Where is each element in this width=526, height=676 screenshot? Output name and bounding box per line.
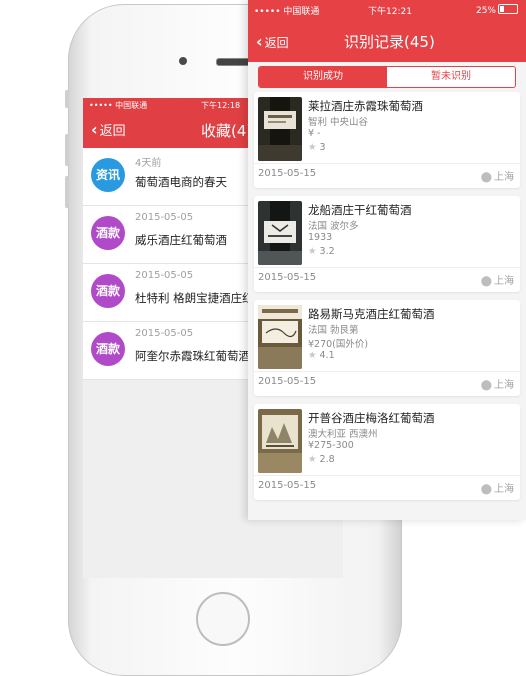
carrier-label: ••••• 中国联通 bbox=[89, 101, 148, 110]
item-title: 阿奎尔赤霞珠红葡萄酒 bbox=[135, 349, 250, 363]
item-date: 2015-05-05 bbox=[135, 270, 194, 281]
item-date: 2015-05-05 bbox=[135, 212, 194, 223]
item-date: 4天前 bbox=[135, 158, 162, 169]
wine-vintage: 1933 bbox=[308, 232, 333, 243]
news-badge-icon: 资讯 bbox=[91, 158, 125, 192]
star-icon: ★ bbox=[308, 246, 317, 257]
star-icon: ★ bbox=[308, 142, 317, 153]
wine-bottle-thumbnail bbox=[258, 201, 302, 265]
tab-recognized[interactable]: 识别成功 bbox=[259, 67, 387, 87]
rating-value: 3 bbox=[319, 142, 326, 153]
record-location: ⬤ 上海 bbox=[481, 376, 514, 391]
record-date: 2015-05-15 bbox=[258, 168, 317, 179]
wine-price: ¥ - bbox=[308, 128, 321, 139]
location-pin-icon: ⬤ bbox=[480, 276, 492, 287]
record-card[interactable]: 莱拉酒庄赤霞珠葡萄酒 智利 中央山谷 ¥ - ★ 3 2015-05-15 ⬤ 上海 bbox=[254, 92, 520, 188]
wine-badge-icon: 酒款 bbox=[91, 216, 125, 250]
location-label: 上海 bbox=[494, 484, 514, 495]
record-date: 2015-05-15 bbox=[258, 272, 317, 283]
carrier-label: ••••• 中国联通 bbox=[254, 7, 320, 17]
record-location: ⬤ 上海 bbox=[481, 480, 514, 495]
record-card[interactable]: 开普谷酒庄梅洛红葡萄酒 澳大利亚 西澳州 ¥275-300 ★ 2.8 2015-… bbox=[254, 404, 520, 500]
wine-origin: 智利 中央山谷 bbox=[308, 117, 369, 128]
rating-value: 2.8 bbox=[319, 454, 335, 465]
nav-bar: ‹ 返回 识别记录(45) bbox=[248, 18, 526, 62]
mute-switch bbox=[65, 90, 69, 108]
rating-value: 4.1 bbox=[319, 350, 335, 361]
wine-badge-icon: 酒款 bbox=[91, 274, 125, 308]
record-date: 2015-05-15 bbox=[258, 480, 317, 491]
record-location: ⬤ 上海 bbox=[481, 168, 514, 183]
wine-price: ¥275-300 bbox=[308, 440, 354, 451]
divider bbox=[254, 163, 520, 164]
item-date: 2015-05-05 bbox=[135, 328, 194, 339]
location-pin-icon: ⬤ bbox=[480, 172, 492, 183]
home-button[interactable] bbox=[196, 592, 250, 646]
status-bar: ••••• 中国联通 下午12:21 25% bbox=[248, 0, 526, 18]
status-time: 下午12:18 bbox=[201, 101, 241, 110]
item-title: 杜特利 格朗宝捷酒庄红 bbox=[135, 291, 254, 305]
wine-price: ¥270(国外价) bbox=[308, 339, 369, 350]
battery-icon bbox=[498, 4, 518, 14]
back-button[interactable]: ‹ 返回 bbox=[91, 120, 126, 139]
wine-name: 莱拉酒庄赤霞珠葡萄酒 bbox=[308, 99, 423, 113]
record-location: ⬤ 上海 bbox=[481, 272, 514, 287]
rating-value: 3.2 bbox=[319, 246, 335, 257]
divider bbox=[254, 475, 520, 476]
battery-percent: 25% bbox=[475, 6, 496, 16]
chevron-left-icon: ‹ bbox=[91, 120, 98, 139]
location-label: 上海 bbox=[494, 172, 514, 183]
star-icon: ★ bbox=[308, 350, 317, 361]
location-pin-icon: ⬤ bbox=[480, 484, 492, 495]
page-title: 识别记录(45) bbox=[344, 33, 435, 51]
location-label: 上海 bbox=[494, 276, 514, 287]
battery-indicator: 25% bbox=[476, 4, 518, 16]
item-title: 葡萄酒电商的春天 bbox=[135, 175, 227, 189]
wine-origin: 澳大利亚 西澳州 bbox=[308, 429, 378, 440]
wine-rating: ★ 3 bbox=[308, 142, 326, 153]
wine-rating: ★ 2.8 bbox=[308, 454, 335, 465]
wine-origin: 法国 勃艮第 bbox=[308, 325, 359, 336]
wine-origin: 法国 波尔多 bbox=[308, 221, 359, 232]
volume-down-button bbox=[65, 176, 69, 208]
divider bbox=[254, 371, 520, 372]
wine-bottle-thumbnail bbox=[258, 305, 302, 369]
back-label: 返回 bbox=[99, 124, 126, 139]
back-label: 返回 bbox=[264, 36, 289, 50]
front-camera bbox=[179, 57, 187, 65]
record-date: 2015-05-15 bbox=[258, 376, 317, 387]
chevron-left-icon: ‹ bbox=[256, 32, 263, 51]
wine-bottle-thumbnail bbox=[258, 409, 302, 473]
wine-name: 路易斯马克酒庄红葡萄酒 bbox=[308, 307, 435, 321]
segmented-control: 识别成功 暂未识别 bbox=[258, 66, 516, 88]
item-title: 威乐酒庄红葡萄酒 bbox=[135, 233, 227, 247]
wine-bottle-thumbnail bbox=[258, 97, 302, 161]
volume-up-button bbox=[65, 134, 69, 166]
record-card[interactable]: 路易斯马克酒庄红葡萄酒 法国 勃艮第 ¥270(国外价) ★ 4.1 2015-0… bbox=[254, 300, 520, 396]
location-label: 上海 bbox=[494, 380, 514, 391]
divider bbox=[254, 267, 520, 268]
wine-rating: ★ 3.2 bbox=[308, 246, 335, 257]
location-pin-icon: ⬤ bbox=[480, 380, 492, 391]
tab-unrecognized[interactable]: 暂未识别 bbox=[387, 67, 515, 87]
status-time: 下午12:21 bbox=[368, 7, 412, 17]
record-card[interactable]: 龙船酒庄干红葡萄酒 法国 波尔多 1933 ★ 3.2 2015-05-15 ⬤ 上… bbox=[254, 196, 520, 292]
wine-name: 开普谷酒庄梅洛红葡萄酒 bbox=[308, 411, 435, 425]
back-button[interactable]: ‹ 返回 bbox=[256, 32, 289, 51]
star-icon: ★ bbox=[308, 454, 317, 465]
page-title: 收藏(4) bbox=[201, 122, 253, 140]
recognition-records-screen: ••••• 中国联通 下午12:21 25% ‹ 返回 识别记录(45) 识别成功… bbox=[248, 0, 526, 520]
wine-badge-icon: 酒款 bbox=[91, 332, 125, 366]
wine-rating: ★ 4.1 bbox=[308, 350, 335, 361]
wine-name: 龙船酒庄干红葡萄酒 bbox=[308, 203, 412, 217]
